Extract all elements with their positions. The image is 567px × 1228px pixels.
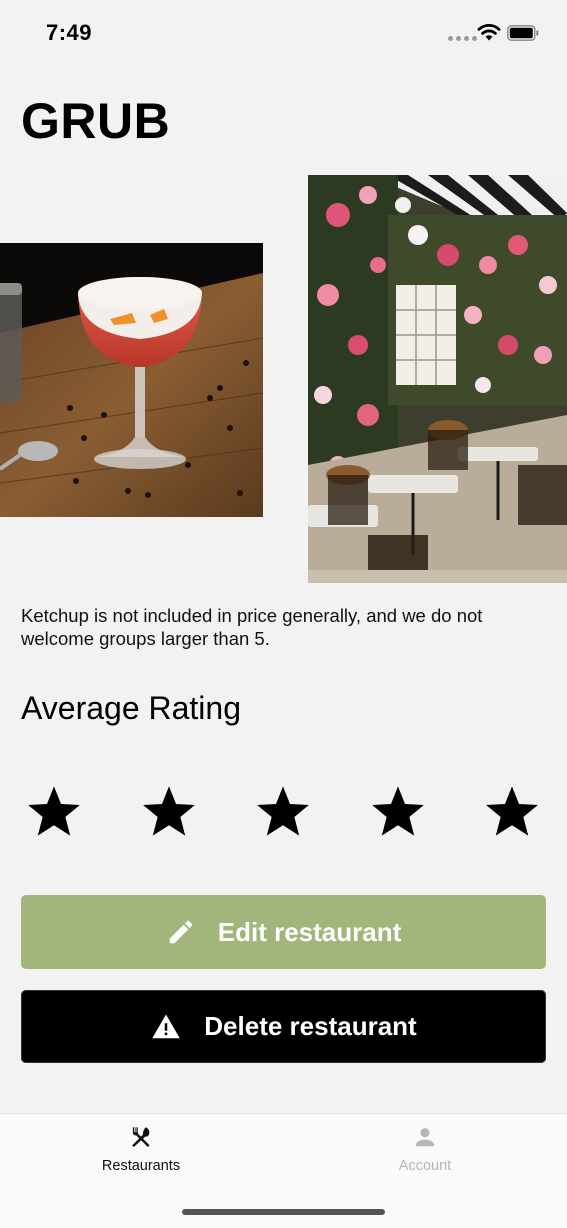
tab-account-label: Account — [398, 1158, 452, 1174]
delete-button-label: Delete restaurant — [204, 1011, 417, 1041]
pencil-icon — [169, 920, 193, 944]
wifi-icon — [477, 24, 501, 41]
battery-icon — [507, 25, 539, 41]
star-icon[interactable] — [25, 782, 83, 840]
fork-knife-icon — [132, 1127, 150, 1147]
restaurant-description: Ketchup is not included in price general… — [21, 605, 483, 649]
status-bar: 7:49 — [0, 0, 567, 66]
cocktail-photo[interactable] — [0, 243, 263, 517]
terrace-photo[interactable] — [308, 175, 567, 583]
cellular-signal-icon — [448, 36, 477, 41]
tab-restaurants-label: Restaurants — [101, 1158, 181, 1174]
edit-button-label: Edit restaurant — [217, 916, 402, 947]
edit-restaurant-button[interactable]: Edit restaurant — [21, 895, 546, 969]
status-time: 7:49 — [46, 20, 93, 45]
warning-icon — [152, 1014, 181, 1038]
star-icon[interactable] — [483, 782, 541, 840]
star-icon[interactable] — [254, 782, 312, 840]
page-title: GRUB — [21, 93, 171, 149]
delete-restaurant-button[interactable]: Delete restaurant — [21, 990, 546, 1063]
tab-account[interactable]: Account — [325, 1114, 525, 1194]
home-indicator — [182, 1209, 385, 1215]
star-icon[interactable] — [369, 782, 427, 840]
star-icon[interactable] — [140, 782, 198, 840]
rating-heading: Average Rating — [21, 690, 241, 726]
person-icon — [415, 1128, 435, 1147]
tab-restaurants[interactable]: Restaurants — [41, 1114, 241, 1194]
star-rating[interactable] — [25, 782, 545, 842]
